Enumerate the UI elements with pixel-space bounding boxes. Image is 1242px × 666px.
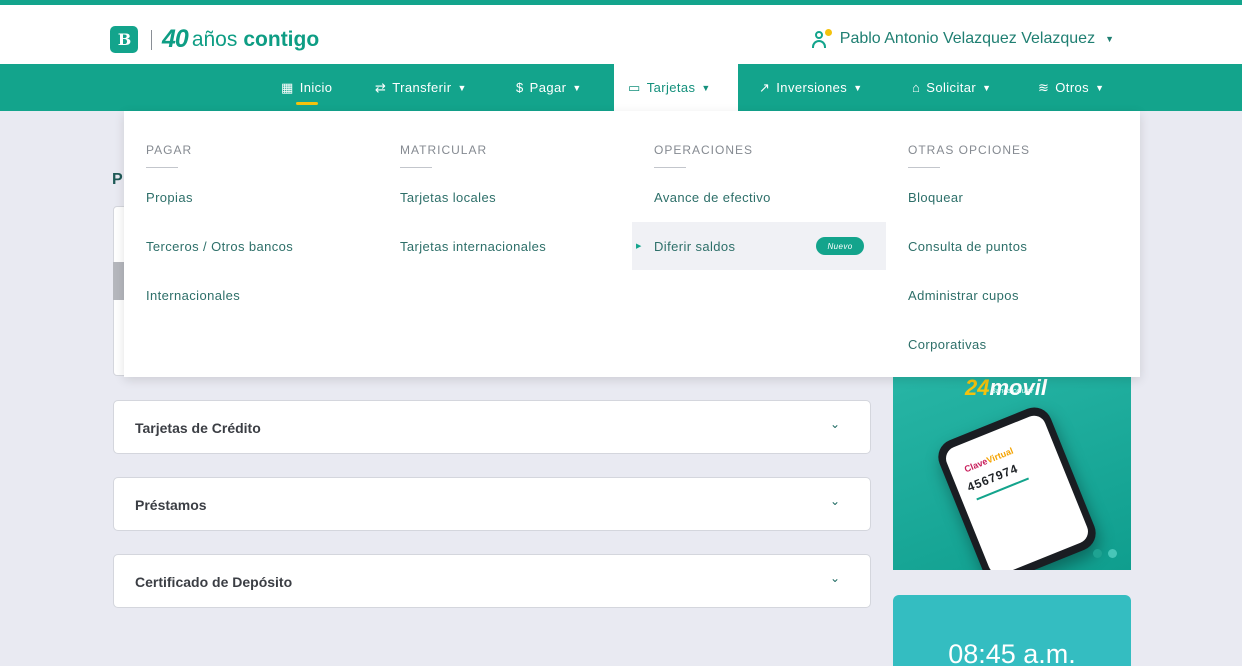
- menu-item-tarjetas-locales[interactable]: Tarjetas locales: [378, 173, 632, 221]
- menu-item-corporativas[interactable]: Corporativas: [886, 320, 1140, 368]
- accordion-label: Certificado de Depósito: [135, 574, 293, 590]
- menu-item-tarjetas-internacionales[interactable]: Tarjetas internacionales: [378, 222, 632, 270]
- phone-screen: ClaveVirtual 4567974: [942, 412, 1092, 570]
- brand-text-bold: contigo: [243, 27, 320, 51]
- dashboard-icon: ▦: [281, 79, 294, 95]
- caret-down-icon: ▼: [1105, 34, 1114, 44]
- chevron-down-icon: ▼: [1095, 82, 1105, 93]
- menu-column-otras-opciones: OTRAS OPCIONES Bloquear Consulta de punt…: [886, 111, 1140, 377]
- user-icon: [811, 29, 832, 49]
- menu-item-administrar-cupos[interactable]: Administrar cupos: [886, 271, 1140, 319]
- main-nav: ▦ Inicio ⇄ Transferir ▼ $ Pagar ▼ ▭ Tarj…: [0, 64, 1242, 111]
- chevron-down-icon: ▼: [853, 82, 863, 93]
- tarjetas-dropdown: PAGAR Propias Terceros / Otros bancos In…: [124, 111, 1140, 377]
- chevron-down-icon: ⌄: [829, 417, 840, 431]
- new-badge: Nuevo: [816, 237, 864, 255]
- nav-label: Tarjetas: [646, 80, 696, 95]
- menu-item-avance-efectivo[interactable]: Avance de efectivo: [632, 173, 886, 221]
- clock-time: 08:45 a.m.: [948, 639, 1076, 666]
- accordion-label: Préstamos: [135, 497, 207, 513]
- nav-inicio[interactable]: ▦ Inicio: [281, 64, 332, 111]
- nav-label: Pagar: [529, 80, 567, 95]
- brand-logo[interactable]: B 40 años contigo: [110, 25, 319, 54]
- menu-column-operaciones: OPERACIONES Avance de efectivo ▶ Diferir…: [632, 111, 886, 377]
- bank-logo-icon: B: [110, 26, 138, 53]
- nav-inversiones[interactable]: ↗ Inversiones ▼: [759, 64, 863, 111]
- menu-item-internacionales[interactable]: Internacionales: [124, 271, 378, 319]
- clock-widget: 08:45 a.m.: [893, 595, 1131, 666]
- nav-label: Inicio: [299, 80, 333, 95]
- top-bar: B 40 años contigo Pablo Antonio Velazque…: [0, 0, 1242, 64]
- card-icon: ▭: [628, 79, 641, 95]
- menu-column-heading: OPERACIONES: [654, 143, 754, 157]
- dollar-icon: $: [516, 80, 524, 95]
- heading-rule: [908, 167, 940, 168]
- promo-subtitle: Banca celular: [991, 388, 1034, 395]
- accordion-deposit-certificate[interactable]: Certificado de Depósito ⌄: [113, 554, 871, 608]
- nav-pagar[interactable]: $ Pagar ▼: [516, 64, 582, 111]
- user-name: Pablo Antonio Velazquez Velazquez: [839, 30, 1096, 47]
- chevron-down-icon: ▼: [572, 82, 582, 93]
- bank-icon: ⌂: [912, 80, 921, 95]
- chevron-down-icon: ▼: [457, 82, 467, 93]
- menu-item-terceros[interactable]: Terceros / Otros bancos: [124, 222, 378, 270]
- promo-banner[interactable]: 24movil Banca celular ClaveVirtual 45679…: [893, 377, 1131, 570]
- brand-separator: [151, 29, 152, 50]
- menu-column-heading: PAGAR: [146, 143, 193, 157]
- chevron-down-icon: ⌄: [829, 494, 840, 508]
- menu-column-pagar: PAGAR Propias Terceros / Otros bancos In…: [124, 111, 378, 377]
- chevron-down-icon: ▼: [982, 82, 992, 93]
- nav-label: Transferir: [392, 80, 452, 95]
- heading-rule: [146, 167, 178, 168]
- menu-item-diferir-saldos[interactable]: ▶ Diferir saldos Nuevo: [632, 222, 886, 270]
- triangle-right-icon: ▶: [636, 243, 642, 250]
- accordion-label: Tarjetas de Crédito: [135, 420, 261, 436]
- transfer-icon: ⇄: [375, 79, 387, 95]
- menu-item-propias[interactable]: Propias: [124, 173, 378, 221]
- brand-text: años: [191, 27, 238, 51]
- trend-up-icon: ↗: [759, 79, 771, 95]
- phone-image: ClaveVirtual 4567974: [932, 402, 1102, 570]
- nav-label: Otros: [1055, 80, 1090, 95]
- menu-item-bloquear[interactable]: Bloquear: [886, 173, 1140, 221]
- chevron-down-icon: ⌄: [829, 571, 840, 585]
- menu-item-label: Diferir saldos: [654, 238, 736, 254]
- menu-item-consulta-puntos[interactable]: Consulta de puntos: [886, 222, 1140, 270]
- coins-icon: ≋: [1038, 79, 1050, 95]
- page-title: P: [112, 171, 123, 188]
- carousel-dot[interactable]: [1108, 549, 1117, 558]
- accordion-credit-cards[interactable]: Tarjetas de Crédito ⌄: [113, 400, 871, 454]
- menu-column-matricular: MATRICULAR Tarjetas locales Tarjetas int…: [378, 111, 632, 377]
- chevron-down-icon: ▼: [701, 82, 711, 93]
- nav-solicitar[interactable]: ⌂ Solicitar ▼: [912, 64, 991, 111]
- heading-rule: [654, 167, 686, 168]
- carousel-dots[interactable]: [1087, 549, 1117, 558]
- nav-transferir[interactable]: ⇄ Transferir ▼: [375, 64, 467, 111]
- brand-number: 40: [162, 25, 189, 53]
- nav-otros[interactable]: ≋ Otros ▼: [1038, 64, 1104, 111]
- nav-label: Solicitar: [926, 80, 977, 95]
- accordion-loans[interactable]: Préstamos ⌄: [113, 477, 871, 531]
- nav-tarjetas[interactable]: ▭ Tarjetas ▼: [614, 64, 738, 111]
- menu-column-heading: OTRAS OPCIONES: [908, 143, 1031, 157]
- user-menu[interactable]: Pablo Antonio Velazquez Velazquez ▼: [811, 29, 1114, 49]
- menu-column-heading: MATRICULAR: [400, 143, 488, 157]
- heading-rule: [400, 167, 432, 168]
- carousel-dot[interactable]: [1093, 549, 1102, 558]
- nav-label: Inversiones: [776, 80, 848, 95]
